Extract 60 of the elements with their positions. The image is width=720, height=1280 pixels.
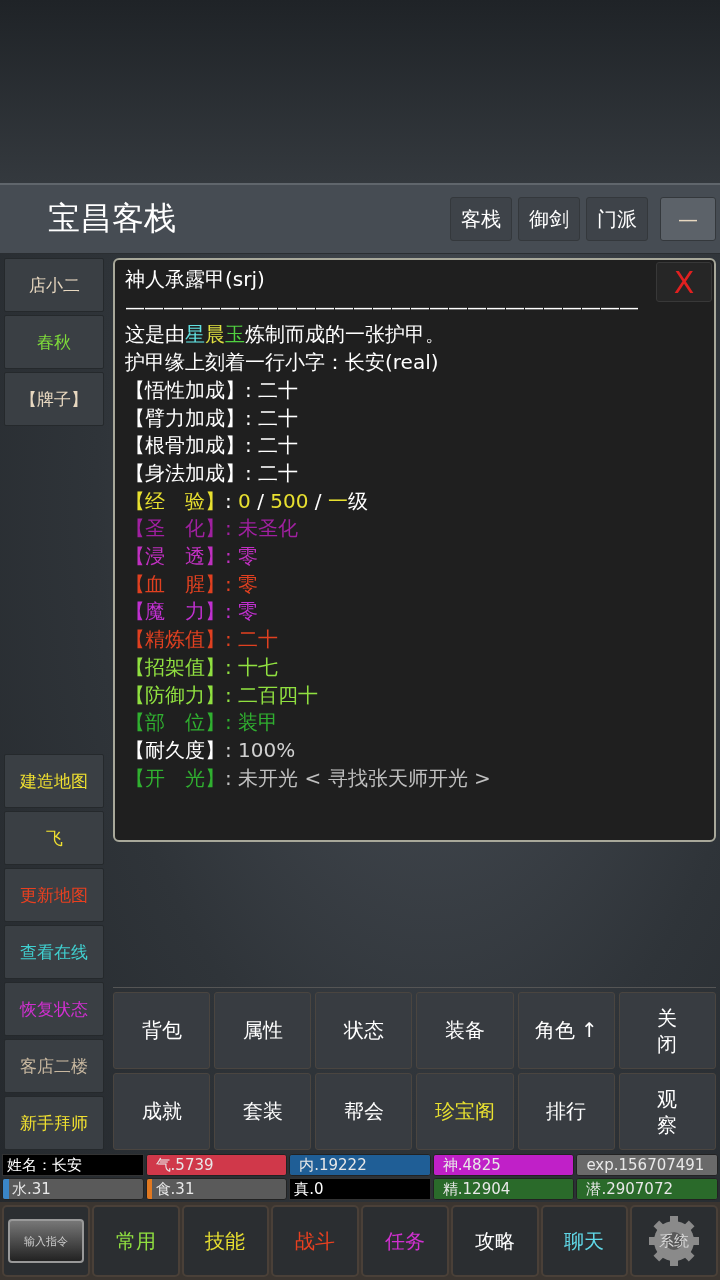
stat-bar: 食.31 [145,1178,288,1200]
menu-tab[interactable]: 技能 [181,1205,270,1277]
item-description-line: 【防御力】: 二百四十 [125,681,320,709]
item-description-line: 【圣 化】: 未圣化 [125,515,300,543]
sidebar-button[interactable]: 查看在线 [4,925,104,979]
menu-tab[interactable]: 攻略 [450,1205,539,1277]
command-input-button[interactable]: 输入指令 [2,1205,90,1277]
sidebar-button[interactable]: 店小二 [4,258,104,312]
item-description-line: 【身法加成】: 二十 [125,459,300,487]
stat-bar: 潜.2907072 [576,1178,718,1200]
item-description-line: 【开 光】: 未开光 < 寻找张天师开光 > [125,764,492,792]
item-description-line: 【悟性加成】: 二十 [125,376,300,404]
sidebar-button[interactable]: 春秋 [4,315,104,369]
stat-bar: 精.12904 [432,1178,575,1200]
location-title: 宝昌客栈 [48,198,177,239]
stat-label: 真.0 [289,1178,431,1200]
item-description-line: 【血 腥】: 零 [125,570,260,598]
item-title: 神人承露甲(srj) [125,266,265,293]
stat-bar: 神.4825 [432,1154,575,1176]
header-tab[interactable]: 客栈 [450,197,512,241]
action-button[interactable]: 装备 [416,992,514,1069]
action-button[interactable]: 成就 [113,1073,211,1150]
divider-line: ——————————————————————————— [125,293,639,321]
action-button[interactable]: 套装 [214,1073,312,1150]
item-description-line: 【耐久度】: 100% [125,736,297,764]
item-description-line: 【精炼值】: 二十 [125,626,280,654]
item-description-line: 【根骨加成】: 二十 [125,432,300,460]
stat-bar: 水.31 [2,1178,144,1200]
item-description-line: 【浸 透】: 零 [125,543,260,571]
header-tab[interactable]: 御剑 [518,197,580,241]
stat-label: 姓名：长安 [2,1154,144,1176]
system-button[interactable]: 系统 [630,1205,718,1277]
action-button[interactable]: 帮会 [315,1073,413,1150]
menu-tab[interactable]: 聊天 [540,1205,629,1277]
item-description-line: 【臂力加成】: 二十 [125,404,300,432]
action-button[interactable]: 角色 ↑ [517,992,615,1069]
sidebar-button[interactable]: 新手拜师 [4,1096,104,1150]
action-button[interactable]: 属性 [214,992,312,1069]
item-description-line: 护甲缘上刻着一行小字：长安(real) [125,349,440,377]
sidebar-button[interactable]: 【牌子】 [4,372,104,426]
menu-tab[interactable]: 常用 [91,1205,180,1277]
minimize-button[interactable]: — [660,197,716,241]
action-button[interactable]: 排行 [517,1073,615,1150]
item-description-line: 【经 验】: 0 / 500 / 一级 [125,487,369,515]
item-description-line: 【魔 力】: 零 [125,598,260,626]
action-button[interactable]: 状态 [315,992,413,1069]
sidebar-button[interactable]: 客店二楼 [4,1039,104,1093]
item-description-line: 【部 位】: 装甲 [125,709,280,737]
stat-bar: 内.19222 [289,1154,431,1176]
action-button[interactable]: 观察 [618,1073,716,1150]
sidebar-button[interactable]: 飞 [4,811,104,865]
stat-bar: 气.5739 [145,1154,288,1176]
item-description-line: 这是由星晨玉炼制而成的一张护甲。 [125,321,446,349]
action-button[interactable]: 珍宝阁 [416,1073,514,1150]
sidebar-button[interactable]: 建造地图 [4,754,104,808]
action-button[interactable]: 背包 [113,992,211,1069]
header-tab[interactable]: 门派 [586,197,648,241]
action-button[interactable]: 关闭 [618,992,716,1069]
item-description-line: 【招架值】: 十七 [125,653,280,681]
stat-bar: exp.156707491 [576,1154,718,1176]
